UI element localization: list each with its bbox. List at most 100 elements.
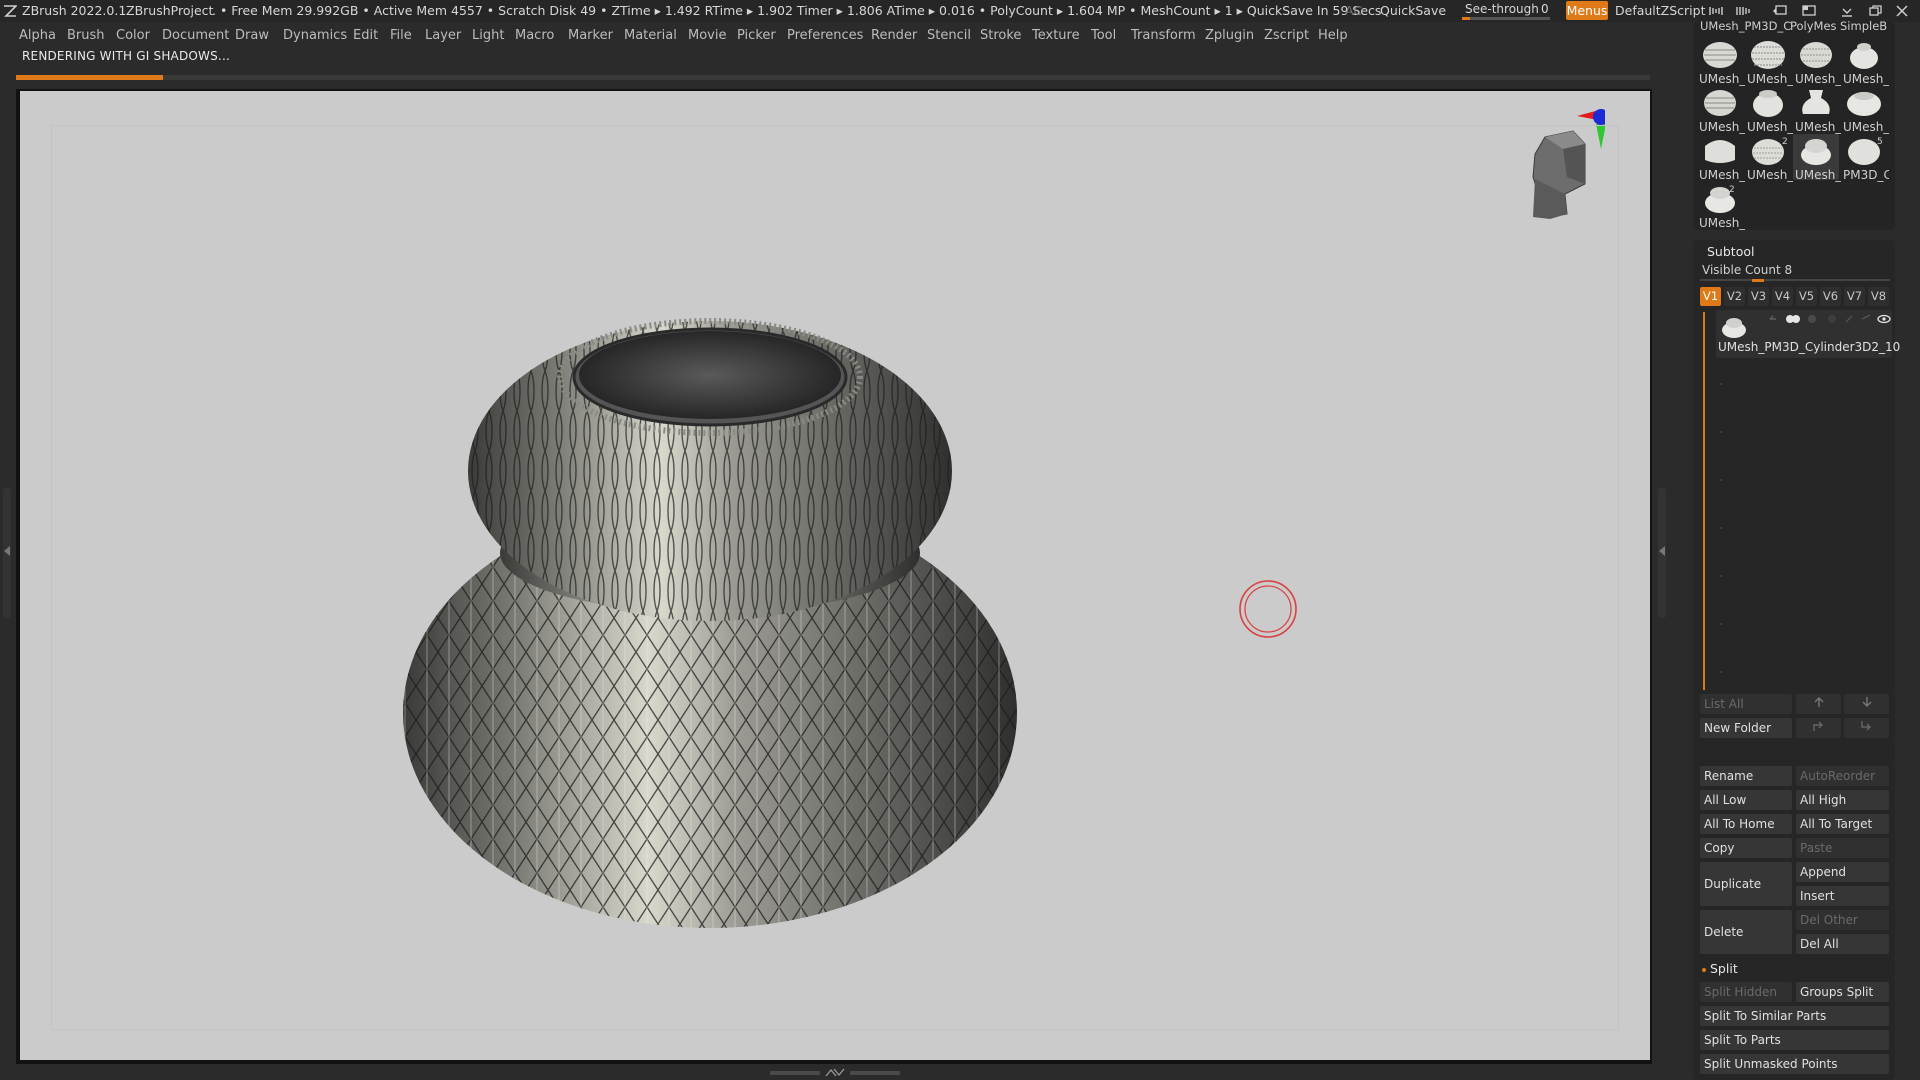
menu-material[interactable]: Material (624, 28, 677, 43)
menu-tool[interactable]: Tool (1091, 28, 1116, 43)
menu-edit[interactable]: Edit (353, 28, 378, 43)
subtool-list-scrollbar[interactable] (1703, 312, 1705, 690)
folder-in-button[interactable] (1796, 718, 1841, 738)
document-bounds (51, 125, 1619, 1030)
menu-stencil[interactable]: Stencil (927, 28, 971, 43)
subtool-list-item[interactable]: UMesh_PM3D_Cylinder3D2_10 (1716, 310, 1900, 358)
autoreorder-button[interactable]: AutoReorder (1796, 766, 1889, 786)
tool-thumb[interactable]: UMesh_ (1745, 38, 1793, 86)
menus-toggle-button[interactable]: Menus (1566, 1, 1608, 20)
layout-alt-icon[interactable] (1735, 4, 1753, 18)
tab-v4[interactable]: V4 (1772, 287, 1793, 306)
append-button[interactable]: Append (1796, 862, 1889, 882)
menu-render[interactable]: Render (871, 28, 917, 43)
ac-indicator[interactable]: AC (1345, 3, 1362, 18)
menu-macro[interactable]: Macro (515, 28, 554, 43)
close-icon[interactable] (1893, 4, 1911, 18)
groups-split-button[interactable]: Groups Split (1796, 982, 1889, 1002)
bottom-tray-grip[interactable] (770, 1068, 900, 1077)
menu-transform[interactable]: Transform (1131, 28, 1196, 43)
tab-v1[interactable]: V1 (1700, 287, 1721, 306)
menu-texture[interactable]: Texture (1032, 28, 1080, 43)
tool-thumb[interactable]: 5 PM3D_C (1841, 134, 1889, 182)
tool-thumb[interactable]: UMesh_ (1697, 38, 1745, 86)
tool-thumb[interactable]: UMesh_ (1697, 86, 1745, 134)
swap-icon[interactable] (1772, 4, 1790, 18)
menu-brush[interactable]: Brush (67, 28, 105, 43)
all-to-home-button[interactable]: All To Home (1700, 814, 1792, 834)
layout-icon[interactable] (1708, 4, 1726, 18)
del-other-button[interactable]: Del Other (1796, 910, 1889, 930)
folder-out-button[interactable] (1844, 718, 1889, 738)
menu-preferences[interactable]: Preferences (787, 28, 863, 43)
right-tray-toggle[interactable] (1658, 488, 1666, 618)
move-up-button[interactable] (1796, 694, 1841, 714)
restore-icon[interactable] (1866, 4, 1884, 18)
list-all-button[interactable]: List All (1700, 694, 1792, 714)
menu-file[interactable]: File (390, 28, 412, 43)
svg-text:2: 2 (1729, 185, 1735, 195)
menu-picker[interactable]: Picker (737, 28, 776, 43)
split-unmasked-button[interactable]: Split Unmasked Points (1700, 1054, 1889, 1074)
tab-v7[interactable]: V7 (1844, 287, 1865, 306)
copy-button[interactable]: Copy (1700, 838, 1792, 858)
tab-v5[interactable]: V5 (1796, 287, 1817, 306)
see-through-slider[interactable]: See-through 0 (1462, 2, 1557, 20)
move-down-button[interactable] (1844, 694, 1889, 714)
tab-v2[interactable]: V2 (1724, 287, 1745, 306)
menu-movie[interactable]: Movie (688, 28, 726, 43)
menu-light[interactable]: Light (472, 28, 504, 43)
paste-button[interactable]: Paste (1796, 838, 1889, 858)
tool-thumb[interactable]: UMesh_ (1745, 86, 1793, 134)
menu-zscript[interactable]: Zscript (1264, 28, 1309, 43)
tool-thumb[interactable]: UMesh_ (1841, 38, 1889, 86)
tool-thumb[interactable]: UMesh_ (1793, 86, 1841, 134)
visible-count-slider[interactable]: Visible Count 8 (1702, 263, 1792, 277)
minimize-icon[interactable] (1838, 4, 1856, 18)
all-low-button[interactable]: All Low (1700, 790, 1792, 810)
del-all-button[interactable]: Del All (1796, 934, 1889, 954)
split-similar-parts-button[interactable]: Split To Similar Parts (1700, 1006, 1889, 1026)
insert-button[interactable]: Insert (1796, 886, 1889, 906)
left-tray-toggle[interactable] (3, 488, 11, 618)
split-section-header[interactable]: Split (1702, 961, 1738, 976)
project-name[interactable]: ZBrushProject (126, 3, 213, 18)
menu-alpha[interactable]: Alpha (19, 28, 56, 43)
tool-thumb[interactable]: UMesh_ (1793, 38, 1841, 86)
tab-v6[interactable]: V6 (1820, 287, 1841, 306)
tool-thumb[interactable]: 2 UMesh_ (1697, 182, 1745, 230)
all-to-target-button[interactable]: All To Target (1796, 814, 1889, 834)
all-high-button[interactable]: All High (1796, 790, 1889, 810)
default-zscript-button[interactable]: DefaultZScript (1615, 3, 1706, 18)
tool-thumb[interactable]: 2 UMesh_ (1745, 134, 1793, 182)
menu-stroke[interactable]: Stroke (980, 28, 1021, 43)
tool-thumb-selected[interactable]: UMesh_ (1793, 134, 1841, 182)
arrow-up-icon (1814, 697, 1823, 707)
svg-text:5: 5 (1877, 137, 1883, 147)
subtool-row-icons[interactable] (1766, 312, 1892, 326)
tab-v3[interactable]: V3 (1748, 287, 1769, 306)
quicksave-button[interactable]: QuickSave (1380, 3, 1446, 18)
menu-help[interactable]: Help (1318, 28, 1348, 43)
duplicate-button[interactable]: Duplicate (1700, 862, 1792, 906)
menu-zplugin[interactable]: Zplugin (1205, 28, 1254, 43)
tool-thumb[interactable]: UMesh_ (1697, 134, 1745, 182)
menu-color[interactable]: Color (116, 28, 150, 43)
tab-v8[interactable]: V8 (1868, 287, 1889, 306)
tool-thumb[interactable]: UMesh_ (1841, 86, 1889, 134)
folder-arrow-out-icon (1860, 721, 1871, 731)
window-layout-icon[interactable] (1800, 4, 1818, 18)
menu-document[interactable]: Document (162, 28, 229, 43)
split-hidden-button[interactable]: Split Hidden (1700, 982, 1792, 1002)
new-folder-button[interactable]: New Folder (1700, 718, 1792, 738)
expand-arrows-icon (825, 1068, 845, 1077)
rename-button[interactable]: Rename (1700, 766, 1792, 786)
menu-marker[interactable]: Marker (568, 28, 613, 43)
menu-dynamics[interactable]: Dynamics (283, 28, 347, 43)
split-to-parts-button[interactable]: Split To Parts (1700, 1030, 1889, 1050)
tool-name-2: PolyMes (1790, 19, 1837, 33)
menu-draw[interactable]: Draw (235, 28, 269, 43)
delete-button[interactable]: Delete (1700, 910, 1792, 954)
subtool-title[interactable]: Subtool (1707, 244, 1754, 259)
menu-layer[interactable]: Layer (425, 28, 461, 43)
